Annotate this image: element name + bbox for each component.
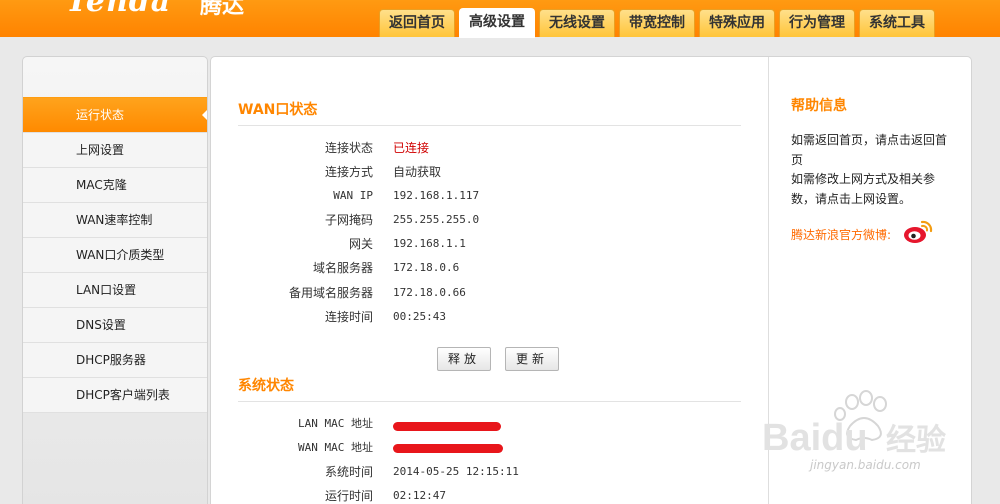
status-content: WAN口状态 连接状态 已连接 连接方式 自动获取 WAN IP 192.168…	[211, 57, 769, 504]
wan-row-gateway: 网关 192.168.1.1	[238, 232, 741, 256]
row-label: 域名服务器	[312, 261, 373, 275]
sidebar: 运行状态 上网设置 MAC克隆 WAN速率控制 WAN口介质类型 LAN口设置 …	[22, 56, 208, 504]
row-label: 运行时间	[324, 489, 373, 503]
connection-type-value: 自动获取	[393, 165, 442, 179]
tab-bandwidth-control[interactable]: 带宽控制	[619, 9, 695, 37]
main-panel: WAN口状态 连接状态 已连接 连接方式 自动获取 WAN IP 192.168…	[210, 56, 972, 504]
tab-special-applications[interactable]: 特殊应用	[699, 9, 775, 37]
sidebar-item-wan-speed-control[interactable]: WAN速率控制	[23, 203, 207, 238]
tab-advanced-settings[interactable]: 高级设置	[459, 8, 535, 38]
wan-status-title: WAN口状态	[238, 97, 741, 126]
release-button[interactable]: 释放	[437, 347, 491, 371]
wan-row-wan-ip: WAN IP 192.168.1.117	[238, 184, 741, 208]
sidebar-item-running-status[interactable]: 运行状态	[23, 97, 207, 133]
wan-row-secondary-dns: 备用域名服务器 172.18.0.66	[238, 281, 741, 305]
tab-wireless-settings[interactable]: 无线设置	[539, 9, 615, 37]
wan-row-subnet-mask: 子网掩码 255.255.255.0	[238, 208, 741, 232]
tab-home[interactable]: 返回首页	[379, 9, 455, 37]
watermark-url: jingyan.baidu.com	[810, 458, 921, 472]
redaction-mark	[393, 422, 501, 431]
sidebar-item-mac-clone[interactable]: MAC克隆	[23, 168, 207, 203]
row-label: LAN MAC 地址	[298, 417, 373, 430]
sidebar-item-dns-settings[interactable]: DNS设置	[23, 308, 207, 343]
brand-logo: Tenda	[66, 0, 172, 19]
row-label: WAN MAC 地址	[298, 441, 373, 454]
help-text-line: 如需修改上网方式及相关参数，请点击上网设置。	[791, 172, 936, 206]
uptime-value: 02:12:47	[393, 489, 446, 502]
sidebar-item-lan-settings[interactable]: LAN口设置	[23, 273, 207, 308]
sidebar-item-dhcp-server[interactable]: DHCP服务器	[23, 343, 207, 378]
row-label: 备用域名服务器	[288, 286, 373, 300]
system-row-system-time: 系统时间 2014-05-25 12:15:11	[238, 460, 741, 484]
weibo-link[interactable]: 腾达新浪官方微博:	[791, 226, 891, 243]
subnet-mask-value: 255.255.255.0	[393, 213, 480, 226]
row-label: WAN IP	[333, 189, 373, 202]
secondary-dns-value: 172.18.0.66	[393, 286, 466, 299]
main-nav-tabs: 返回首页 高级设置 无线设置 带宽控制 特殊应用 行为管理 系统工具	[379, 8, 939, 38]
gateway-value: 192.168.1.1	[393, 237, 466, 250]
renew-button[interactable]: 更新	[505, 347, 559, 371]
wan-row-dns: 域名服务器 172.18.0.6	[238, 256, 741, 280]
top-bar: Tenda 腾达 返回首页 高级设置 无线设置 带宽控制 特殊应用 行为管理 系…	[0, 0, 1000, 38]
redaction-mark	[393, 444, 503, 453]
system-row-uptime: 运行时间 02:12:47	[238, 484, 741, 504]
sidebar-item-dhcp-client-list[interactable]: DHCP客户端列表	[23, 378, 207, 413]
sidebar-menu: 运行状态 上网设置 MAC克隆 WAN速率控制 WAN口介质类型 LAN口设置 …	[23, 97, 207, 413]
connection-time-value: 00:25:43	[393, 310, 446, 323]
sidebar-item-internet-settings[interactable]: 上网设置	[23, 133, 207, 168]
weibo-icon[interactable]	[903, 219, 933, 245]
system-status-title: 系统状态	[238, 373, 741, 402]
row-label: 连接状态	[324, 141, 373, 155]
sidebar-item-wan-media-type[interactable]: WAN口介质类型	[23, 238, 207, 273]
wan-ip-value: 192.168.1.117	[393, 189, 480, 202]
tab-system-tools[interactable]: 系统工具	[859, 9, 935, 37]
wan-row-connection-time: 连接时间 00:25:43	[238, 305, 741, 329]
row-label: 连接时间	[324, 310, 373, 324]
dns-value: 172.18.0.6	[393, 261, 460, 274]
system-time-value: 2014-05-25 12:15:11	[393, 465, 519, 478]
help-title: 帮助信息	[791, 98, 847, 114]
row-label: 系统时间	[324, 465, 373, 479]
tab-behavior-management[interactable]: 行为管理	[779, 9, 855, 37]
wan-row-connection-type: 连接方式 自动获取	[238, 160, 741, 184]
row-label: 子网掩码	[324, 213, 373, 227]
brand-logo-cn: 腾达	[200, 0, 245, 19]
help-text: 如需返回首页，请点击返回首页 如需修改上网方式及相关参数，请点击上网设置。	[791, 131, 951, 209]
connection-status-value: 已连接	[393, 141, 430, 155]
help-text-line: 如需返回首页，请点击返回首页	[791, 133, 948, 167]
row-label: 网关	[348, 237, 373, 251]
row-label: 连接方式	[324, 165, 373, 179]
wan-row-connection-status: 连接状态 已连接	[238, 136, 741, 160]
